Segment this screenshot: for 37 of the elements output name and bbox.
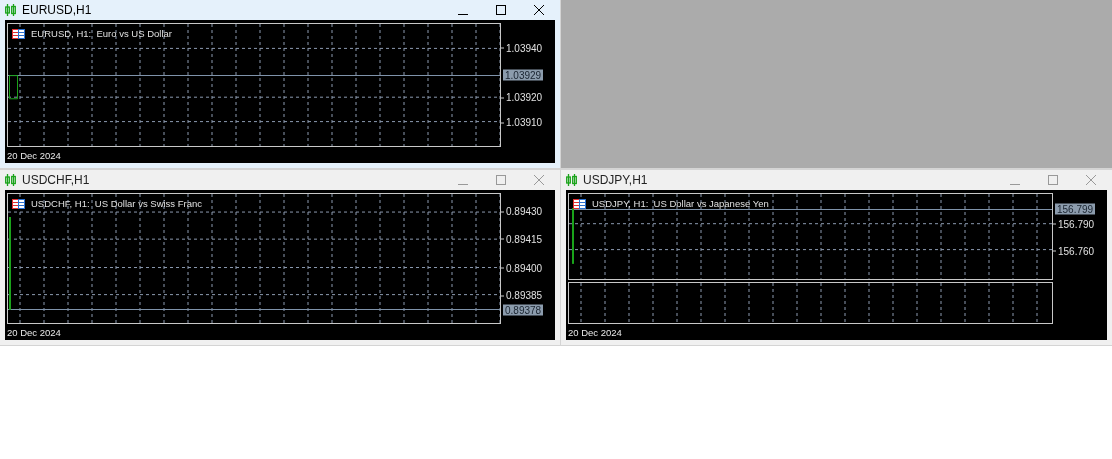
maximize-icon xyxy=(1048,175,1058,185)
candlestick-icon xyxy=(5,174,16,186)
table-icon xyxy=(12,198,25,209)
close-icon xyxy=(534,5,544,15)
maximize-icon xyxy=(496,175,506,185)
date-label: 20 Dec 2024 xyxy=(568,326,623,338)
window-title: USDCHF,H1 xyxy=(22,173,91,187)
minimize-icon xyxy=(1010,184,1020,185)
close-icon xyxy=(534,175,544,185)
window-title: EURUSD,H1 xyxy=(22,3,93,17)
minimize-icon xyxy=(458,184,468,185)
chart-legend: EURUSD, H1: Euro vs US Dollar xyxy=(31,28,172,39)
price-label: 1.03940 xyxy=(501,42,543,54)
current-price-tag: 0.89378 xyxy=(503,304,544,316)
price-label: 156.760 xyxy=(1053,245,1095,257)
current-price-tag: 156.799 xyxy=(1055,203,1096,215)
price-label: 1.03910 xyxy=(501,116,543,128)
price-label: 0.89385 xyxy=(501,289,543,301)
date-label: 20 Dec 2024 xyxy=(7,149,62,161)
price-label: 0.89415 xyxy=(501,233,543,245)
candlestick-icon xyxy=(5,4,16,16)
chart-legend: USDCHF, H1: US Dollar vs Swiss Franc xyxy=(31,198,203,209)
date-label: 20 Dec 2024 xyxy=(7,326,62,338)
maximize-icon xyxy=(496,5,506,15)
close-icon xyxy=(1086,175,1096,185)
current-price-tag: 1.03929 xyxy=(503,69,544,81)
price-label: 156.790 xyxy=(1053,218,1095,230)
window-title: USDJPY,H1 xyxy=(583,173,649,187)
price-label: 1.03920 xyxy=(501,91,543,103)
candle-drawing xyxy=(9,75,18,100)
price-label: 0.89400 xyxy=(501,262,543,274)
candlestick-icon xyxy=(566,174,577,186)
chart-legend: USDJPY, H1: US Dollar vs Japanese Yen xyxy=(592,198,769,209)
price-label: 0.89430 xyxy=(501,205,543,217)
table-icon xyxy=(573,198,586,209)
table-icon xyxy=(12,28,25,39)
minimize-icon xyxy=(458,14,468,15)
